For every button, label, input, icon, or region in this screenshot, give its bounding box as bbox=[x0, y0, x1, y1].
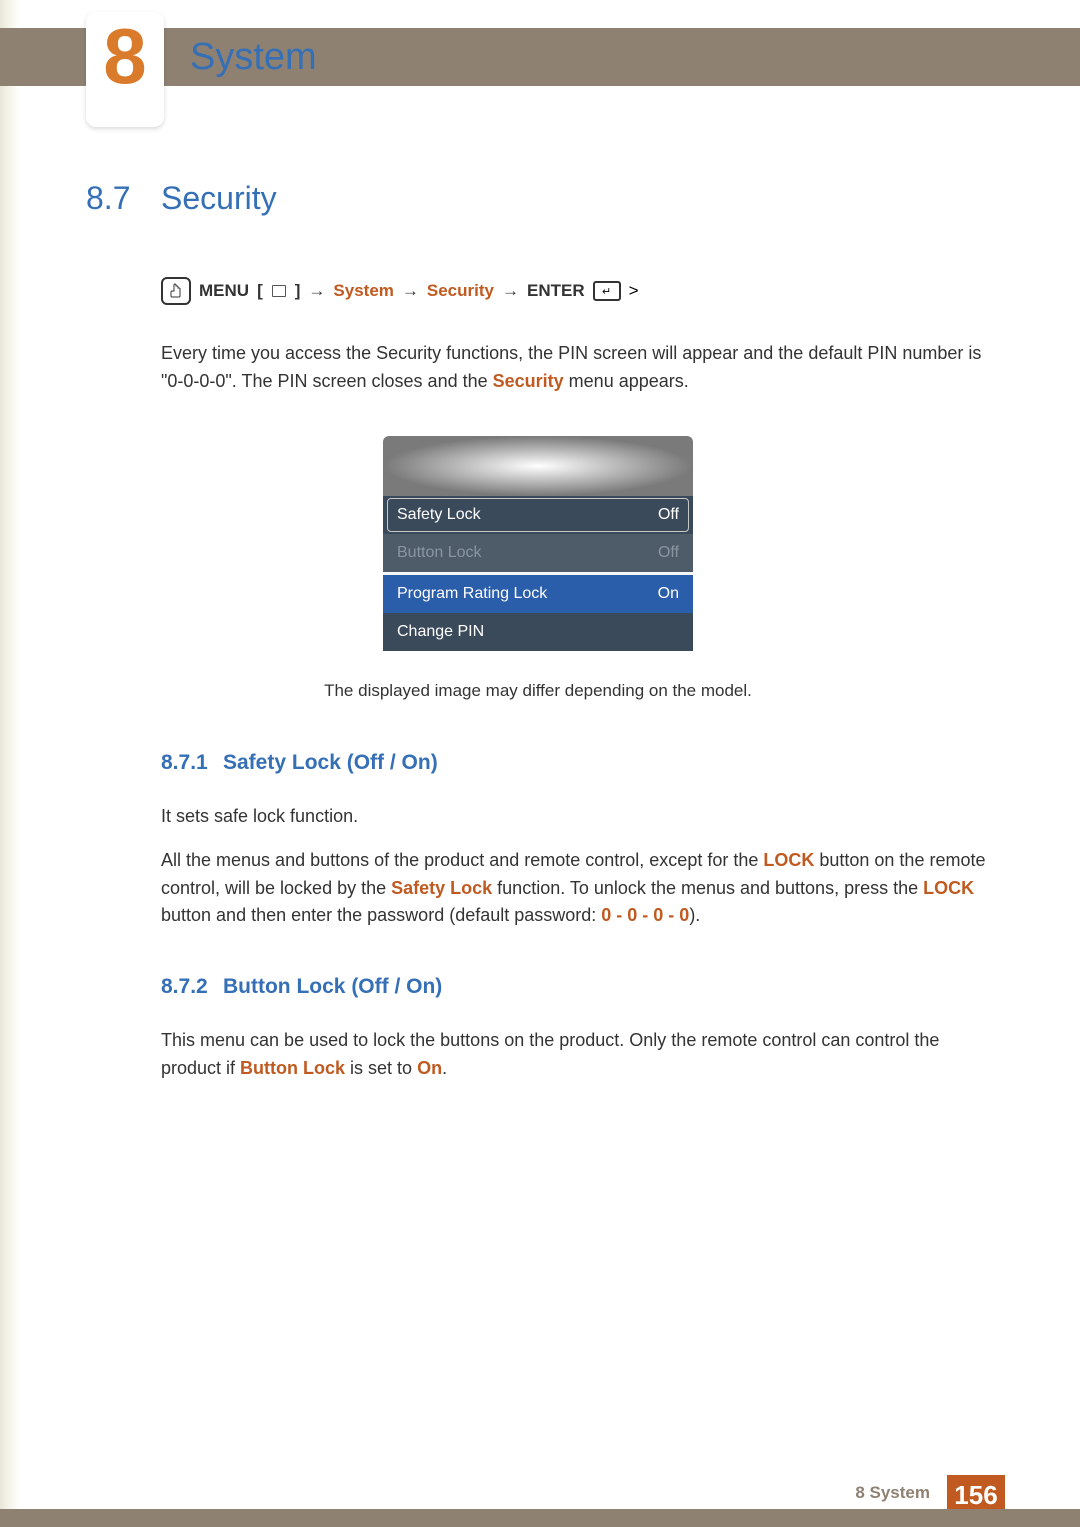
subsection-title: Button Lock (Off / On) bbox=[223, 975, 442, 999]
content-area: 8.7 Security MENU [ ] → System → Securit… bbox=[86, 180, 990, 1128]
hand-icon bbox=[161, 277, 191, 305]
section-number: 8.7 bbox=[86, 180, 161, 217]
subsection-heading: 8.7.1Safety Lock (Off / On) bbox=[161, 751, 990, 775]
breadcrumb-arrow-2: → bbox=[402, 281, 419, 301]
menu-item-label: Change PIN bbox=[397, 623, 484, 641]
footer-bar bbox=[0, 1509, 1080, 1527]
menu-item-safety-lock: Safety Lock Off bbox=[383, 496, 693, 534]
subsection-number: 8.7.2 bbox=[161, 975, 223, 999]
subsection-paragraph: It sets safe lock function. bbox=[161, 803, 990, 831]
accent-text: On bbox=[417, 1058, 442, 1078]
page-container: 8 System 8.7 Security MENU [ ] → System … bbox=[0, 0, 1080, 1527]
subsection-paragraph: This menu can be used to lock the button… bbox=[161, 1027, 990, 1083]
menu-key-icon bbox=[272, 285, 286, 297]
section-title: Security bbox=[161, 180, 277, 217]
breadcrumb-menu: MENU bbox=[199, 281, 249, 301]
subsection-title: Safety Lock (Off / On) bbox=[223, 751, 438, 775]
accent-text: 0 - 0 - 0 - 0 bbox=[601, 905, 689, 925]
menu-item-value: Off bbox=[658, 544, 679, 562]
enter-icon: ↵ bbox=[593, 281, 621, 301]
subsection-8-7-2: 8.7.2Button Lock (Off / On) This menu can… bbox=[161, 975, 990, 1083]
subsection-number: 8.7.1 bbox=[161, 751, 223, 775]
menu-item-label: Safety Lock bbox=[397, 506, 481, 524]
breadcrumb-nav: MENU [ ] → System → Security → ENTER ↵ > bbox=[161, 277, 990, 305]
subsection-paragraph: All the menus and buttons of the product… bbox=[161, 847, 990, 931]
breadcrumb-enter: ENTER bbox=[527, 281, 585, 301]
section-heading: 8.7 Security bbox=[86, 180, 990, 217]
accent-text: LOCK bbox=[763, 850, 814, 870]
left-edge-decoration bbox=[0, 0, 20, 1527]
menu-item-value: Off bbox=[658, 506, 679, 524]
menu-caption: The displayed image may differ depending… bbox=[86, 681, 990, 701]
subsection-8-7-1: 8.7.1Safety Lock (Off / On) It sets safe … bbox=[161, 751, 990, 931]
intro-paragraph: Every time you access the Security funct… bbox=[161, 340, 990, 396]
accent-text: Button Lock bbox=[240, 1058, 345, 1078]
intro-suffix: menu appears. bbox=[564, 371, 689, 391]
accent-text: LOCK bbox=[923, 878, 974, 898]
menu-item-label: Button Lock bbox=[397, 544, 482, 562]
menu-item-change-pin: Change PIN bbox=[383, 613, 693, 651]
breadcrumb-security: Security bbox=[427, 281, 494, 301]
breadcrumb-close-bracket: ] bbox=[295, 281, 301, 301]
chapter-tab: 8 bbox=[86, 12, 164, 127]
menu-item-program-rating-lock: Program Rating Lock On bbox=[383, 575, 693, 613]
breadcrumb-system: System bbox=[333, 281, 393, 301]
menu-glow bbox=[383, 436, 693, 496]
menu-item-label: Program Rating Lock bbox=[397, 585, 547, 603]
intro-accent: Security bbox=[493, 371, 564, 391]
breadcrumb-arrow-1: → bbox=[308, 281, 325, 301]
menu-item-value: On bbox=[658, 585, 679, 603]
chapter-title: System bbox=[190, 36, 317, 79]
breadcrumb-gt: > bbox=[629, 281, 639, 301]
footer-label: 8 System bbox=[855, 1483, 930, 1503]
breadcrumb-open-bracket: [ bbox=[257, 281, 263, 301]
menu-screenshot: Safety Lock Off Button Lock Off Program Rati… bbox=[383, 436, 693, 651]
accent-text: Safety Lock bbox=[391, 878, 492, 898]
subsection-heading: 8.7.2Button Lock (Off / On) bbox=[161, 975, 990, 999]
menu-item-button-lock: Button Lock Off bbox=[383, 534, 693, 572]
chapter-number: 8 bbox=[103, 17, 146, 95]
breadcrumb-arrow-3: → bbox=[502, 281, 519, 301]
